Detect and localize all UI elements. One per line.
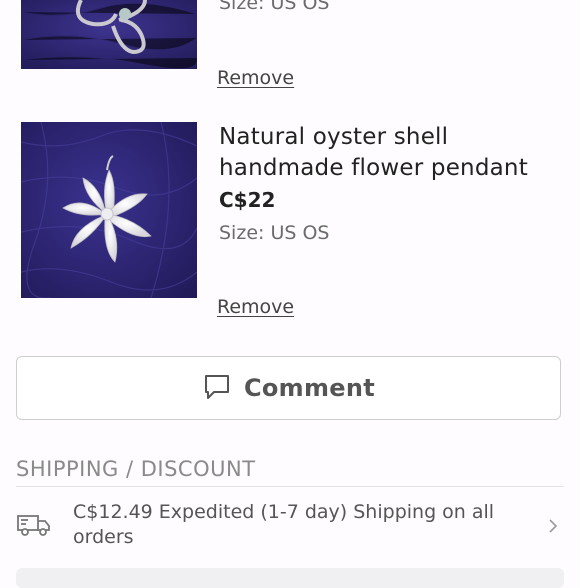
section-title: SHIPPING / DISCOUNT — [16, 457, 256, 481]
remove-link[interactable]: Remove — [217, 296, 294, 318]
divider — [16, 486, 564, 487]
item-title[interactable]: Natural oyster shell handmade flower pen… — [219, 122, 559, 184]
shipping-option[interactable]: C$12.49 Expedited (1-7 day) Shipping on … — [0, 490, 580, 560]
comment-label: Comment — [243, 374, 376, 402]
remove-link[interactable]: Remove — [217, 67, 294, 89]
item-thumbnail[interactable] — [21, 0, 197, 69]
truck-icon — [16, 512, 52, 542]
comment-icon — [202, 371, 232, 405]
bottom-panel — [16, 568, 564, 588]
shipping-text: C$12.49 Expedited (1-7 day) Shipping on … — [73, 501, 495, 548]
item-price: C$22 — [219, 188, 276, 212]
item-thumbnail[interactable] — [21, 122, 197, 298]
chevron-right-icon — [548, 518, 558, 538]
comment-button[interactable]: Comment — [16, 356, 561, 420]
item-size: Size: US OS — [219, 222, 330, 244]
item-size: Size: US OS — [219, 0, 330, 14]
